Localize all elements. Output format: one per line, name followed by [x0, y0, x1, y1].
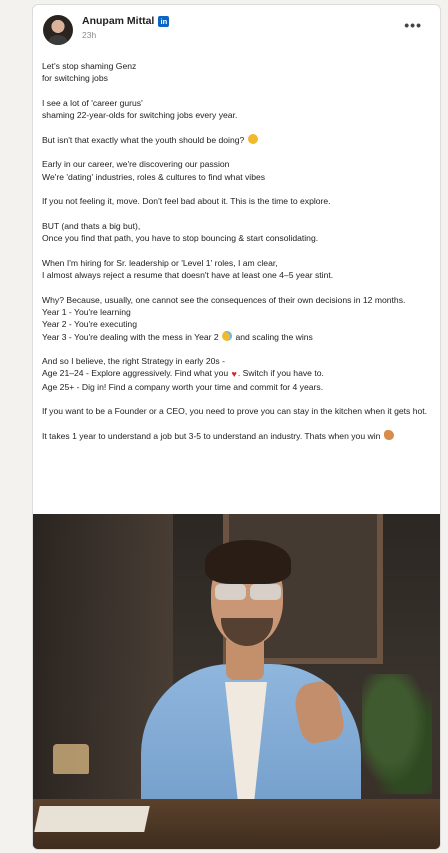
text-line: I see a lot of 'career gurus': [42, 97, 143, 108]
text-line: Early in our career, we're discovering o…: [42, 159, 230, 170]
text-line: shaming 22-year-olds for switching jobs …: [42, 110, 238, 121]
more-options-icon[interactable]: •••: [404, 17, 422, 33]
paragraph: When I'm hiring for Sr. leadership or 'L…: [42, 257, 434, 282]
paragraph: Early in our career, we're discovering o…: [42, 158, 434, 183]
text: Age 21–24 - Explore aggressively. Find w…: [42, 368, 229, 379]
paragraph: It takes 1 year to understand a job but …: [42, 429, 434, 442]
lens: [250, 584, 281, 600]
text-line: When I'm hiring for Sr. leadership or 'L…: [42, 257, 278, 268]
paragraph: If you want to be a Founder or a CEO, yo…: [42, 405, 434, 417]
text-line: And so I believe, the right Strategy in …: [42, 356, 225, 367]
thinking-face-icon: [247, 133, 258, 144]
paragraph: And so I believe, the right Strategy in …: [42, 355, 434, 393]
post-time: 23h: [82, 30, 97, 40]
sweat-smile-icon: [222, 330, 233, 341]
text-line: Year 1 - You're learning: [42, 306, 131, 317]
text-line: Let's stop shaming Genz: [42, 61, 137, 71]
text-line: Once you find that path, you have to sto…: [42, 233, 319, 244]
post-header: Anupam Mittal in 23h •••: [33, 5, 440, 51]
text: and scaling the wins: [235, 331, 313, 342]
author-avatar[interactable]: [43, 15, 73, 45]
paper-on-table: [34, 806, 150, 832]
text-line: If you not feeling it, move. Don't feel …: [42, 196, 331, 207]
text-line: If you want to be a Founder or a CEO, yo…: [42, 406, 428, 417]
text: Year 3 - You're dealing with the mess in…: [42, 331, 219, 342]
paragraph: I see a lot of 'career gurus' shaming 22…: [42, 97, 434, 122]
text-line: Age 25+ - Dig in! Find a company worth y…: [42, 381, 324, 392]
text: It takes 1 year to understand a job but …: [42, 430, 381, 441]
paragraph: Let's stop shaming Genz for switching jo…: [42, 60, 434, 85]
lens: [215, 584, 246, 600]
post-card: Anupam Mittal in 23h ••• Let's stop sham…: [32, 4, 441, 850]
text: . Switch if you have to.: [237, 368, 324, 379]
text-line: Why? Because, usually, one cannot see th…: [42, 294, 406, 305]
person-glasses: [215, 584, 281, 600]
paragraph: But isn't that exactly what the youth sh…: [42, 133, 434, 146]
heart-icon: ♥: [231, 369, 237, 380]
text-line-with-emoji: It takes 1 year to understand a job but …: [42, 429, 434, 442]
flexed-biceps-icon: [383, 429, 394, 440]
text: But isn't that exactly what the youth sh…: [42, 134, 245, 145]
text-line-with-emoji: But isn't that exactly what the youth sh…: [42, 133, 434, 146]
paragraph: If you not feeling it, move. Don't feel …: [42, 195, 434, 207]
text-line: We're 'dating' industries, roles & cultu…: [42, 171, 266, 182]
text-line: for switching jobs: [42, 73, 108, 84]
post-image[interactable]: [33, 514, 440, 849]
text-line: I almost always reject a resume that doe…: [42, 270, 334, 281]
author-name[interactable]: Anupam Mittal: [82, 15, 154, 27]
paragraph: BUT (and thats a big but), Once you find…: [42, 220, 434, 245]
person-hair: [205, 540, 291, 584]
post-text: Let's stop shaming Genz for switching jo…: [42, 60, 434, 455]
text-line: BUT (and thats a big but),: [42, 220, 141, 231]
text-line-with-emoji: Year 3 - You're dealing with the mess in…: [42, 330, 434, 343]
author-name-row[interactable]: Anupam Mittal in: [82, 15, 170, 27]
paragraph: Why? Because, usually, one cannot see th…: [42, 294, 434, 343]
text-line: Year 2 - You're executing: [42, 319, 137, 330]
background-plant: [362, 674, 432, 794]
text-line-with-emoji: Age 21–24 - Explore aggressively. Find w…: [42, 367, 434, 380]
background-lamp: [53, 744, 89, 774]
linkedin-badge-icon: in: [158, 15, 170, 27]
